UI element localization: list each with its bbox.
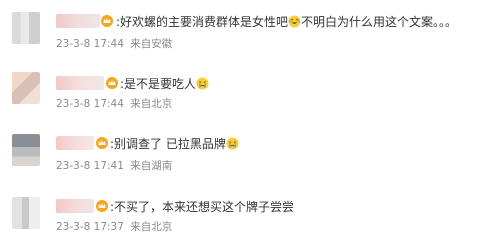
- avatar[interactable]: [12, 197, 40, 229]
- comment-meta: 23-3-8 17:37 来自北京: [56, 221, 172, 234]
- comment-meta: 23-3-8 17:44 来自北京: [56, 98, 172, 111]
- crown-badge-icon: [96, 137, 108, 149]
- comment-location: 来自安徽: [130, 38, 173, 50]
- comment-text: :是不是要吃人: [120, 77, 209, 91]
- comment-text-part: :好欢螺的主要消费群体是女性吧: [116, 15, 289, 29]
- comment-time: 23-3-8 17:37: [56, 221, 124, 233]
- comment-location: 来自北京: [130, 98, 173, 110]
- comment-location: 来自北京: [130, 221, 173, 233]
- comment-meta: 23-3-8 17:41 来自湖南: [56, 160, 172, 173]
- comment-text: :别调查了 已拉黑品牌: [110, 137, 239, 151]
- comment-meta: 23-3-8 17:44 来自安徽: [56, 38, 172, 51]
- comment-item: :是不是要吃人 23-3-8 17:44 来自北京: [0, 60, 480, 120]
- avatar[interactable]: [12, 72, 40, 104]
- comment-text-part: :不买了，本来还想买这个牌子尝尝: [110, 200, 295, 214]
- comment-item: :好欢螺的主要消费群体是女性吧 不明白为什么用这个文案。。。 23-3-8 17:…: [0, 0, 480, 60]
- crying-emoji-icon: [196, 77, 209, 90]
- avatar[interactable]: [12, 134, 40, 166]
- comment-text: :不买了，本来还想买这个牌子尝尝: [110, 200, 294, 214]
- username-blurred[interactable]: [56, 14, 100, 28]
- comment-text-part: :别调查了 已拉黑品牌: [110, 137, 226, 151]
- comment-time: 23-3-8 17:44: [56, 98, 124, 110]
- comment-text-part: 不明白为什么用这个文案。。。: [301, 15, 458, 29]
- crown-badge-icon: [96, 200, 108, 212]
- crying-emoji-icon: [226, 137, 239, 150]
- crown-badge-icon: [101, 15, 113, 27]
- username-blurred[interactable]: [56, 136, 94, 150]
- comment-location: 来自湖南: [130, 160, 173, 172]
- comment-item: :不买了，本来还想买这个牌子尝尝 23-3-8 17:37 来自北京: [0, 185, 480, 245]
- comment-time: 23-3-8 17:44: [56, 38, 124, 50]
- comment-time: 23-3-8 17:41: [56, 160, 124, 172]
- avatar[interactable]: [12, 12, 40, 44]
- comment-text-part: :是不是要吃人: [120, 77, 197, 91]
- username-blurred[interactable]: [56, 199, 94, 213]
- laughing-tears-emoji-icon: [288, 15, 301, 28]
- comment-text: :好欢螺的主要消费群体是女性吧 不明白为什么用这个文案。。。: [116, 15, 457, 29]
- username-blurred[interactable]: [56, 76, 104, 90]
- crown-badge-icon: [106, 77, 118, 89]
- comment-item: :别调查了 已拉黑品牌 23-3-8 17:41 来自湖南: [0, 122, 480, 182]
